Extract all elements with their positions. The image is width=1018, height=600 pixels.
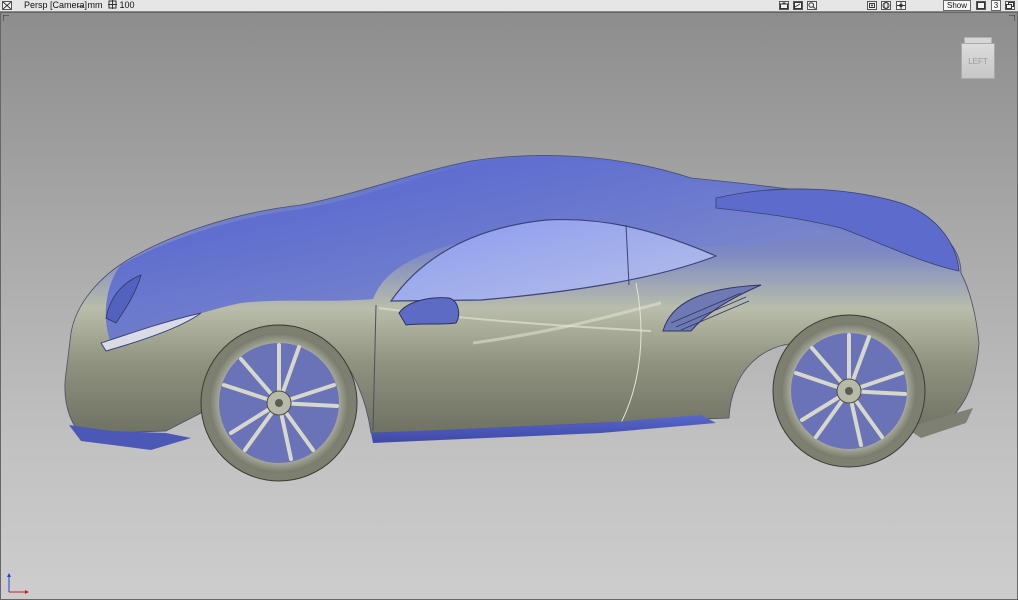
sphere-button[interactable]: [881, 1, 891, 10]
axis-gizmo: [7, 573, 29, 594]
show-button[interactable]: Show: [943, 0, 971, 11]
scale-value: 100: [119, 0, 135, 10]
zoom-button[interactable]: [807, 1, 817, 10]
maximize-button[interactable]: [1005, 1, 1015, 10]
close-x-icon: [3, 2, 11, 9]
fit-view-button[interactable]: [867, 1, 877, 10]
units-indicator[interactable]: ↔ mm: [76, 0, 103, 11]
rear-wheel[interactable]: [772, 314, 926, 468]
layout-count-button[interactable]: 3: [991, 0, 1001, 11]
arrows-horizontal-icon: ↔: [76, 0, 85, 10]
car-model[interactable]: [1, 13, 1017, 599]
units-label: mm: [87, 0, 103, 10]
viewport-header: Persp [Camera] ↔ mm 100 Show 3: [0, 0, 1018, 12]
camera-icon: [780, 2, 788, 9]
render-icon: [794, 2, 802, 9]
magnifier-icon: [808, 2, 816, 9]
maximize-icon: [1006, 2, 1014, 9]
scale-indicator[interactable]: 100: [108, 0, 135, 11]
sphere-icon: [882, 2, 890, 9]
fit-view-icon: [869, 3, 875, 8]
pan-icon: [897, 2, 905, 9]
front-wheel[interactable]: [200, 324, 358, 482]
render-button[interactable]: [793, 1, 803, 10]
window-icon: [977, 2, 985, 9]
camera-button[interactable]: [779, 1, 789, 10]
3d-viewport[interactable]: LEFT: [0, 12, 1018, 600]
move-cross-icon: [108, 0, 117, 9]
window-button[interactable]: [976, 1, 986, 10]
close-viewport-button[interactable]: [2, 1, 12, 10]
pan-button[interactable]: [896, 1, 906, 10]
